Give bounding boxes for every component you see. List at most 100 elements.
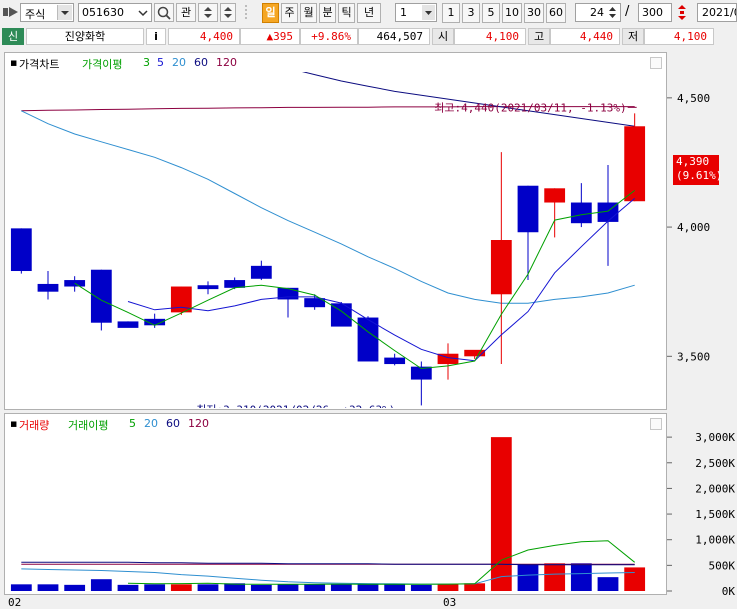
volume-axis-label: 3,000K — [695, 431, 735, 444]
ma-legend-20: 20 — [172, 56, 186, 69]
date-value: 2021/0 — [702, 6, 737, 19]
chevron-down-icon[interactable] — [57, 5, 72, 20]
high-annotation: 최고:4,440(2021/03/11, -1.13%) — [434, 101, 626, 114]
settings-icon[interactable] — [674, 4, 690, 21]
panel-maximize-icon[interactable] — [650, 57, 662, 69]
candle-down — [117, 321, 139, 328]
price-axis-label: 4,000 — [677, 221, 710, 234]
vma-legend-60: 60 — [166, 417, 180, 430]
info-button[interactable]: i — [146, 28, 166, 45]
chevron-down-icon[interactable] — [422, 5, 435, 20]
panel-maximize-icon[interactable] — [650, 418, 662, 430]
volume-bar — [357, 583, 379, 591]
count-separator: / — [625, 4, 630, 19]
volume-bar — [90, 579, 112, 591]
interval-30-button[interactable]: 30 — [524, 3, 544, 23]
price-axis-label: 3,500 — [677, 350, 710, 363]
spin-icon[interactable] — [606, 5, 619, 20]
ma-legend-120: 120 — [216, 56, 237, 69]
volume-axis-label: 1,500K — [695, 508, 735, 521]
display-count-value: 24 — [590, 6, 604, 19]
spin-icon — [224, 7, 232, 18]
volume-bar — [490, 437, 512, 591]
volume-bar — [437, 583, 459, 591]
volume-bar — [277, 584, 299, 591]
market-select[interactable]: 주식 — [20, 3, 74, 22]
volume-bar — [250, 584, 272, 591]
volume-bar — [117, 584, 139, 591]
volume-bar — [517, 564, 539, 591]
period-day-button[interactable]: 일 — [262, 3, 279, 23]
period-year-button[interactable]: 년 — [357, 3, 381, 23]
open-label: 시 — [432, 28, 454, 45]
change-percent: +9.86% — [300, 28, 358, 45]
interval-3-button[interactable]: 3 — [462, 3, 480, 23]
volume-bar — [304, 584, 326, 591]
candle-down — [384, 357, 406, 365]
ma-legend-3: 3 — [143, 56, 150, 69]
volume-panel-marker: ▪ — [10, 417, 18, 430]
ma-legend-60: 60 — [194, 56, 208, 69]
period-month-button[interactable]: 월 — [300, 3, 317, 23]
interval-1-button[interactable]: 1 — [442, 3, 460, 23]
volume-bar — [624, 567, 646, 591]
low-label: 저 — [622, 28, 644, 45]
x-label-02: 02 — [8, 596, 22, 609]
view-button[interactable]: 관 — [176, 3, 196, 22]
volume-axis-label: 2,000K — [695, 482, 735, 495]
price-axis-label: 4,500 — [677, 92, 710, 105]
current-price: 4,400 — [168, 28, 240, 45]
up-down-icon — [204, 7, 212, 18]
candle-up — [624, 126, 646, 202]
volume-axis-label: 2,500K — [695, 457, 735, 470]
volume-axis-label: 500K — [709, 559, 736, 572]
candle-down — [90, 269, 112, 323]
volume-bar — [144, 584, 166, 591]
interval-10-button[interactable]: 10 — [502, 3, 522, 23]
chevron-down-icon[interactable] — [137, 6, 149, 20]
volume-chart[interactable] — [4, 430, 667, 595]
display-count-stepper[interactable]: 24 — [575, 3, 621, 22]
candle-down — [250, 265, 272, 279]
volume-bar — [384, 584, 406, 591]
candle-up — [544, 188, 566, 203]
search-icon — [157, 6, 171, 20]
volume-axis-label: 0K — [722, 585, 736, 595]
volume-bar — [64, 584, 86, 591]
volume-bar — [197, 584, 219, 591]
total-count-input[interactable]: 300 — [638, 3, 672, 22]
window-menu-icon[interactable] — [3, 5, 19, 19]
toolbar: 주식 051630 관 일 주 월 분 틱 년 1 1 3 5 10 30 60… — [0, 0, 737, 25]
candle-down — [517, 185, 539, 233]
x-label-03: 03 — [443, 596, 457, 609]
search-button[interactable] — [154, 3, 174, 22]
interval-select[interactable]: 1 — [395, 3, 437, 22]
vma20-line — [21, 568, 635, 585]
interval-60-button[interactable]: 60 — [546, 3, 566, 23]
candle-up — [490, 240, 512, 295]
low-price: 4,100 — [644, 28, 714, 45]
interval-5-button[interactable]: 5 — [482, 3, 500, 23]
code-input[interactable]: 051630 — [78, 3, 152, 22]
price-chart[interactable]: 최고:4,440(2021/03/11, -1.13%) 최저:3,310(202… — [4, 72, 667, 408]
date-input[interactable]: 2021/0 — [697, 3, 737, 22]
last-price-value: 4,390 — [676, 155, 710, 168]
stock-list-button[interactable] — [198, 3, 218, 22]
period-minute-button[interactable]: 분 — [319, 3, 336, 23]
prev-stock-stepper[interactable] — [220, 3, 236, 22]
volume-bar — [37, 584, 59, 591]
separator-icon — [240, 4, 252, 21]
volume-bar — [570, 563, 592, 591]
trade-volume: 464,507 — [358, 28, 430, 45]
candle-down — [197, 285, 219, 290]
code-value: 051630 — [82, 6, 124, 19]
volume-axis-label: 1,000K — [695, 534, 735, 547]
stock-name[interactable]: 진양화학 — [26, 28, 144, 45]
candle-down — [37, 283, 59, 292]
period-week-button[interactable]: 주 — [281, 3, 298, 23]
period-tick-button[interactable]: 틱 — [338, 3, 355, 23]
candle-down — [570, 202, 592, 224]
ma5-line — [127, 198, 636, 362]
volume-axis: 3,000K 2,500K 2,000K 1,500K 1,000K 500K 0K — [667, 431, 736, 595]
market-label: 주식 — [25, 8, 46, 21]
